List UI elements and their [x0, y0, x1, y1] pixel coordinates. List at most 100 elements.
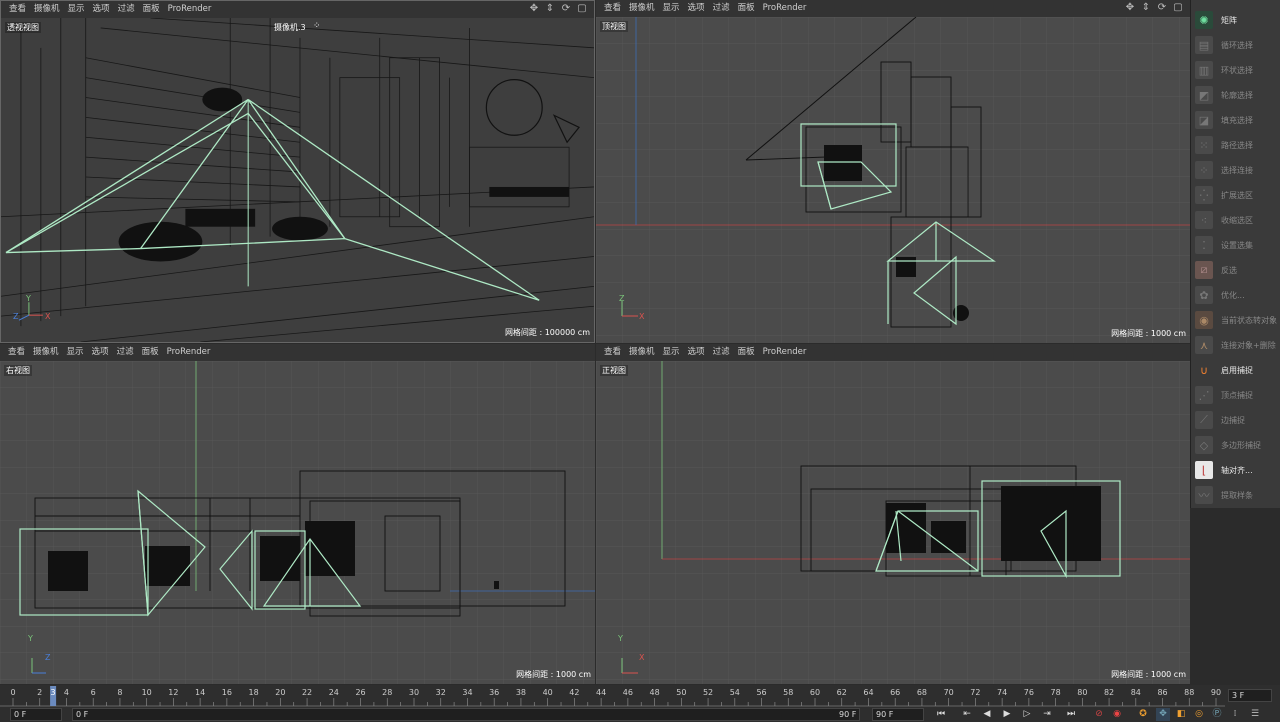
menu-camera[interactable]: 摄像机: [625, 344, 659, 361]
menu-options[interactable]: 选项: [89, 1, 114, 18]
play-icon[interactable]: ▶: [1000, 708, 1014, 721]
menu-prorender[interactable]: ProRender: [164, 1, 216, 18]
menu-filter[interactable]: 过滤: [113, 344, 138, 361]
tool-current-state-to-object[interactable]: ◉ 当前状态转对象: [1193, 308, 1279, 332]
viewport-menu-bar: 查看 摄像机 显示 选项 过滤 面板 ProRender: [596, 344, 1190, 361]
menu-panel[interactable]: 面板: [734, 0, 759, 17]
camera-dots-icon[interactable]: ⁘: [313, 21, 321, 31]
scale-key-icon[interactable]: ◧: [1174, 708, 1188, 721]
menu-filter[interactable]: 过滤: [709, 0, 734, 17]
menu-options[interactable]: 选项: [684, 344, 709, 361]
menu-view[interactable]: 查看: [600, 0, 625, 17]
tool-outline-selection[interactable]: ◩ 轮廓选择: [1193, 83, 1279, 107]
menu-prorender[interactable]: ProRender: [759, 344, 811, 361]
menu-display[interactable]: 显示: [63, 344, 88, 361]
menu-display[interactable]: 显示: [659, 0, 684, 17]
menu-options[interactable]: 选项: [684, 0, 709, 17]
menu-view[interactable]: 查看: [5, 1, 30, 18]
go-to-end-icon[interactable]: ⏭: [1064, 708, 1078, 721]
tool-path-selection[interactable]: ⁙ 路径选择: [1193, 133, 1279, 157]
menu-panel[interactable]: 面板: [139, 1, 164, 18]
zoom-view-icon[interactable]: ⇕: [544, 3, 556, 15]
axis-align-icon: ⌊: [1195, 461, 1213, 479]
ruler-tick-label: 68: [917, 688, 927, 697]
menu-prorender[interactable]: ProRender: [759, 0, 811, 17]
menu-camera[interactable]: 摄像机: [29, 344, 63, 361]
rotate-view-icon[interactable]: ⟳: [1156, 2, 1168, 14]
ruler-tick-label: 54: [730, 688, 740, 697]
menu-display[interactable]: 显示: [64, 1, 89, 18]
maximize-view-icon[interactable]: ▢: [1172, 2, 1184, 14]
tool-polygon-snap[interactable]: ◇ 多边形捕捉: [1193, 433, 1279, 457]
tool-optimize[interactable]: ✿ 优化...: [1193, 283, 1279, 307]
record-icon[interactable]: ⊘: [1092, 708, 1106, 721]
tool-connect-delete[interactable]: ⋏ 连接对象+删除: [1193, 333, 1279, 357]
point-level-key-icon[interactable]: ⁞: [1228, 708, 1242, 721]
zoom-view-icon[interactable]: ⇕: [1140, 2, 1152, 14]
menu-camera[interactable]: 摄像机: [625, 0, 659, 17]
menu-filter[interactable]: 过滤: [114, 1, 139, 18]
top-viewport[interactable]: 查看 摄像机 显示 选项 过滤 面板 ProRender ✥ ⇕ ⟳ ▢ 顶视图…: [596, 0, 1190, 343]
auto-key-icon[interactable]: ◉: [1110, 708, 1124, 721]
timeline-ruler[interactable]: 0 2 4 6 8 10 12 14 16 18 20 22 24 26 28 30 32 34 36 38 40 42 4…: [0, 685, 1225, 707]
current-frame-marker-label: 3: [51, 688, 56, 697]
tool-invert-selection[interactable]: ⧄ 反选: [1193, 258, 1279, 282]
tool-matrix[interactable]: ✺ 矩阵: [1193, 8, 1279, 32]
prev-key-icon[interactable]: ⇤: [960, 708, 974, 721]
ruler-tick-label: 40: [543, 688, 553, 697]
right-viewport[interactable]: 查看 摄像机 显示 选项 过滤 面板 ProRender 右视图 Y Z 网格间…: [0, 344, 595, 684]
perspective-canvas[interactable]: [1, 18, 594, 342]
menu-panel[interactable]: 面板: [138, 344, 163, 361]
front-viewport[interactable]: 查看 摄像机 显示 选项 过滤 面板 ProRender 正视图 Y X 网格间…: [596, 344, 1190, 684]
timeline-menu-icon[interactable]: ☰: [1248, 708, 1262, 721]
go-to-start-icon[interactable]: ⏮: [934, 708, 948, 721]
move-view-icon[interactable]: ✥: [528, 3, 540, 15]
tool-axis-align[interactable]: ⌊ 轴对齐...: [1193, 458, 1279, 482]
next-frame-icon[interactable]: ▷: [1020, 708, 1034, 721]
next-key-icon[interactable]: ⇥: [1040, 708, 1054, 721]
active-camera-label[interactable]: 摄像机.3: [274, 22, 306, 33]
parameter-key-icon[interactable]: Ⓟ: [1210, 708, 1224, 721]
ruler-tick-label: 86: [1157, 688, 1167, 697]
rotation-key-icon[interactable]: ◎: [1192, 708, 1206, 721]
tool-set-selection[interactable]: ⁚ 设置选集: [1193, 233, 1279, 257]
menu-prorender[interactable]: ProRender: [163, 344, 215, 361]
tool-loop-selection[interactable]: ▤ 循环选择: [1193, 33, 1279, 57]
top-canvas[interactable]: [596, 17, 1190, 343]
tool-extract-spline[interactable]: 〰 提取样条: [1193, 483, 1279, 507]
tool-edge-snap[interactable]: ⟋ 边捕捉: [1193, 408, 1279, 432]
menu-display[interactable]: 显示: [659, 344, 684, 361]
front-canvas[interactable]: [596, 361, 1190, 684]
tool-fill-selection[interactable]: ◪ 填充选择: [1193, 108, 1279, 132]
end-frame-field[interactable]: 90 F: [872, 708, 924, 721]
edge-snap-icon: ⟋: [1195, 411, 1213, 429]
viewport-name: 透视视图: [5, 22, 41, 33]
perspective-viewport[interactable]: 查看 摄像机 显示 选项 过滤 面板 ProRender ✥ ⇕ ⟳ ▢ 透视视…: [0, 0, 595, 343]
tool-enable-snap[interactable]: ∪ 启用捕捉: [1193, 358, 1279, 382]
tool-select-connected[interactable]: ⁘ 选择连接: [1193, 158, 1279, 182]
tool-shrink-selection[interactable]: ⁖ 收缩选区: [1193, 208, 1279, 232]
ruler-tick-label: 12: [168, 688, 178, 697]
start-frame-field[interactable]: 0 F: [10, 708, 62, 721]
menu-view[interactable]: 查看: [4, 344, 29, 361]
preview-min-field[interactable]: 0 F: [72, 708, 860, 721]
keyframe-selection-icon[interactable]: ✪: [1136, 708, 1150, 721]
menu-camera[interactable]: 摄像机: [30, 1, 64, 18]
move-view-icon[interactable]: ✥: [1124, 2, 1136, 14]
current-frame-field[interactable]: 3 F: [1228, 689, 1272, 702]
grid-spacing-label: 网格间距 : 1000 cm: [516, 670, 591, 679]
tool-vertex-snap[interactable]: ⋰ 顶点捕捉: [1193, 383, 1279, 407]
menu-filter[interactable]: 过滤: [709, 344, 734, 361]
tool-ring-selection[interactable]: ▥ 环状选择: [1193, 58, 1279, 82]
menu-view[interactable]: 查看: [600, 344, 625, 361]
preview-max-field[interactable]: 90 F: [836, 708, 860, 721]
ruler-tick-label: 90: [1211, 688, 1221, 697]
right-canvas[interactable]: [0, 361, 595, 684]
tool-grow-selection[interactable]: ⁛ 扩展选区: [1193, 183, 1279, 207]
menu-options[interactable]: 选项: [88, 344, 113, 361]
position-key-icon[interactable]: ✥: [1156, 708, 1170, 721]
prev-frame-icon[interactable]: ◀: [980, 708, 994, 721]
menu-panel[interactable]: 面板: [734, 344, 759, 361]
maximize-view-icon[interactable]: ▢: [576, 3, 588, 15]
rotate-view-icon[interactable]: ⟳: [560, 3, 572, 15]
